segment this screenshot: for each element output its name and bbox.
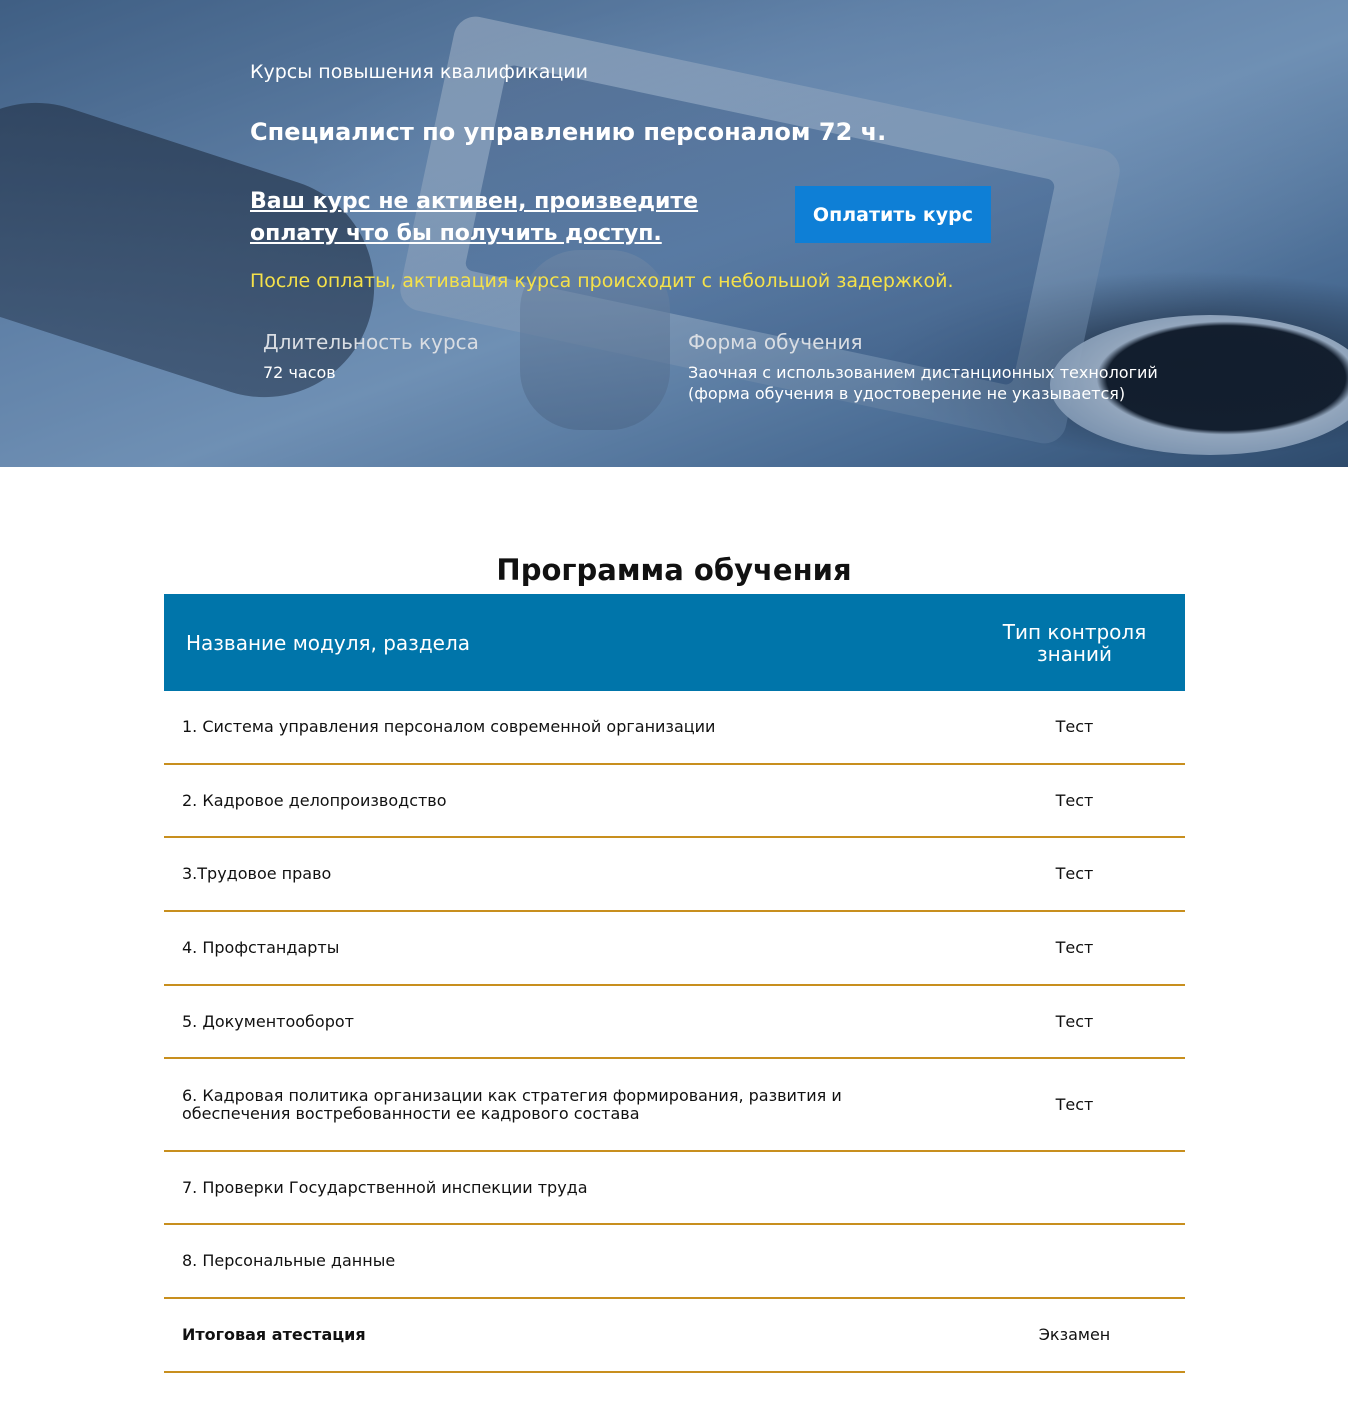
program-title: Программа обучения [496,553,852,588]
table-row: 3.Трудовое право Тест [164,838,1185,912]
control-type: Экзамен [1038,1325,1111,1344]
control-type: Тест [1055,1011,1094,1031]
course-category: Курсы повышения квалификации [250,61,588,83]
duration-label: Длительность курса [263,330,479,354]
control-type: Тест [1055,1094,1094,1114]
table-row: 1. Система управления персоналом совреме… [164,691,1185,765]
final-attestation-name: Итоговая атестация [182,1325,366,1344]
program-table: Название модуля, раздела Тип контроля зн… [164,594,1185,1373]
control-type: Тест [1055,790,1094,810]
duration-info: Длительность курса 72 часов [263,328,663,383]
table-row: 7. Проверки Государственной инспекции тр… [164,1152,1185,1225]
table-row: 4. Профстандарты Тест [164,912,1185,986]
control-type: Тест [1055,864,1094,883]
module-name: 8. Персональные данные [182,1251,396,1270]
control-type: Тест [1055,717,1094,736]
module-name: 3.Трудовое право [182,864,332,883]
module-name: 7. Проверки Государственной инспекции тр… [182,1177,588,1197]
table-row: 5. Документооборот Тест [164,986,1185,1059]
table-row: 8. Персональные данные [164,1225,1185,1299]
module-name: 4. Профстандарты [182,938,340,957]
column-header-control-type: Тип контроля знаний [1002,619,1147,666]
study-form-label: Форма обучения [688,330,863,354]
table-row: 6. Кадровая политика организации как стр… [164,1059,1185,1152]
study-form-info: Форма обучения Заочная с использованием … [688,328,1208,404]
pay-course-button[interactable]: Оплатить курс [795,186,991,243]
activation-note: После оплаты, активация курса происходит… [250,270,954,292]
control-type: Тест [1055,938,1094,957]
course-hero: Курсы повышения квалификации Специалист … [0,0,1348,467]
table-header: Название модуля, раздела Тип контроля зн… [164,594,1185,691]
module-name: 6. Кадровая политика организации как стр… [182,1085,842,1123]
table-row: Итоговая атестация Экзамен [164,1299,1185,1373]
duration-value: 72 часов [263,363,336,382]
inactive-course-link[interactable]: Ваш курс не активен, произведите оплату … [250,186,720,250]
study-form-value: Заочная с использованием дистанционных т… [688,363,1158,403]
module-name: 1. Система управления персоналом совреме… [182,717,716,736]
hero-content: Курсы повышения квалификации Специалист … [250,0,1210,467]
module-name: 5. Документооборот [182,1011,354,1031]
table-row: 2. Кадровое делопроизводство Тест [164,765,1185,838]
module-name: 2. Кадровое делопроизводство [182,790,447,810]
course-title: Специалист по управлению персоналом 72 ч… [250,118,887,146]
column-header-module: Название модуля, раздела [186,630,470,655]
